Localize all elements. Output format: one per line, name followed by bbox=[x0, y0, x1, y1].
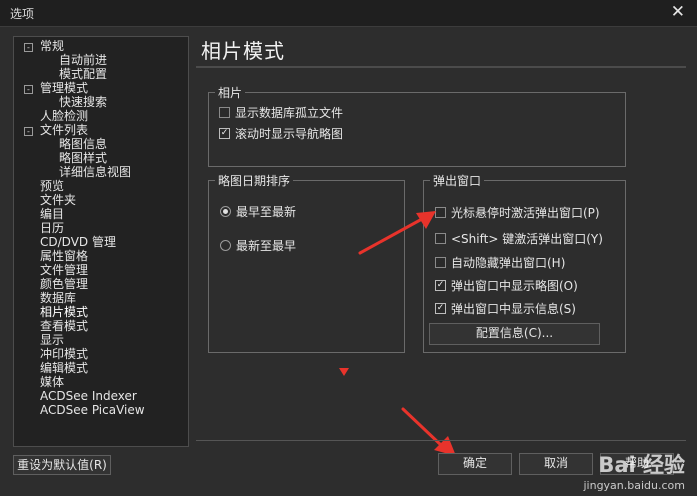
close-icon[interactable]: ✕ bbox=[671, 2, 685, 22]
tree-item-label: 详细信息视图 bbox=[59, 165, 132, 179]
hover-activate-popup-checkbox[interactable]: 光标悬停时激活弹出窗口(P) bbox=[435, 205, 600, 221]
tree-item-label: 文件列表 bbox=[40, 123, 89, 137]
watermark-url: jingyan.baidu.com bbox=[583, 479, 685, 492]
tree-item-label: 管理模式 bbox=[40, 81, 89, 95]
photo-group-legend: 相片 bbox=[218, 86, 243, 100]
tree-item-label: 显示 bbox=[40, 333, 65, 347]
oldest-first-radio[interactable]: 最早至最新 bbox=[220, 204, 296, 220]
show-nav-on-scroll-checkbox[interactable]: ✓ 滚动时显示导航略图 bbox=[219, 126, 343, 142]
tree-item-label: 查看模式 bbox=[40, 319, 89, 333]
show-thumb-label: 弹出窗口中显示略图(O) bbox=[451, 279, 578, 293]
annotation-arrow-icon bbox=[401, 407, 456, 456]
newest-first-label: 最新至最早 bbox=[236, 239, 297, 253]
checkbox-checked-icon[interactable]: ✓ bbox=[435, 280, 446, 291]
tree-item-label: 数据库 bbox=[40, 291, 77, 305]
shift-activate-popup-checkbox[interactable]: <Shift> 键激活弹出窗口(Y) bbox=[435, 231, 603, 247]
watermark: Bai 经验 jingyan.baidu.com bbox=[583, 449, 685, 492]
annotation-arrow-icon bbox=[358, 211, 436, 255]
tree-item-label: 媒体 bbox=[40, 375, 65, 389]
checkbox-icon[interactable] bbox=[435, 257, 446, 268]
heading-divider bbox=[196, 66, 686, 68]
tree-item-label: 预览 bbox=[40, 179, 65, 193]
tree-item-label: 略图信息 bbox=[59, 137, 108, 151]
auto-hide-popup-checkbox[interactable]: 自动隐藏弹出窗口(H) bbox=[435, 255, 565, 271]
watermark-brand: Bai 经验 bbox=[598, 453, 685, 477]
tree-collapse-icon[interactable]: - bbox=[24, 127, 33, 136]
tree-item-label: CD/DVD 管理 bbox=[40, 235, 116, 249]
show-db-orphans-label: 显示数据库孤立文件 bbox=[235, 106, 344, 120]
tree-item-label: 模式配置 bbox=[59, 67, 108, 81]
newest-first-radio[interactable]: 最新至最早 bbox=[220, 238, 296, 254]
show-db-orphans-checkbox[interactable]: 显示数据库孤立文件 bbox=[219, 105, 343, 121]
cancel-button[interactable]: 取消 bbox=[519, 453, 593, 475]
show-nav-on-scroll-label: 滚动时显示导航略图 bbox=[235, 127, 344, 141]
ok-button[interactable]: 确定 bbox=[438, 453, 512, 475]
checkbox-checked-icon[interactable]: ✓ bbox=[219, 128, 230, 139]
tree-item-label: 相片模式 bbox=[40, 305, 89, 319]
tree-item-label: 日历 bbox=[40, 221, 65, 235]
title-bar: 选项 ✕ bbox=[0, 0, 697, 27]
hover-activate-label: 光标悬停时激活弹出窗口(P) bbox=[451, 206, 600, 220]
checkbox-icon[interactable] bbox=[219, 107, 230, 118]
thumbnail-date-sort-group: 略图日期排序 bbox=[208, 172, 405, 353]
show-info-in-popup-checkbox[interactable]: ✓ 弹出窗口中显示信息(S) bbox=[435, 301, 576, 317]
tree-item-label: 冲印模式 bbox=[40, 347, 89, 361]
options-tree[interactable]: - 常规 自动前进 模式配置 - 管理模式 快速搜索 人脸检测 - 文件列表 略图信息 略图样式 详细信… bbox=[13, 36, 189, 447]
tree-item-label: 颜色管理 bbox=[40, 277, 89, 291]
footer-divider bbox=[196, 440, 686, 441]
sort-group-legend: 略图日期排序 bbox=[218, 174, 291, 188]
tree-item-label: 文件夹 bbox=[40, 193, 77, 207]
oldest-first-label: 最早至最新 bbox=[236, 205, 297, 219]
tree-item-label: 编辑模式 bbox=[40, 361, 89, 375]
shift-activate-label: <Shift> 键激活弹出窗口(Y) bbox=[451, 232, 603, 246]
tree-item-label: ACDSee PicaView bbox=[40, 403, 145, 417]
radio-icon[interactable] bbox=[220, 240, 231, 251]
show-thumb-in-popup-checkbox[interactable]: ✓ 弹出窗口中显示略图(O) bbox=[435, 278, 578, 294]
show-info-label: 弹出窗口中显示信息(S) bbox=[451, 302, 576, 316]
tree-item-label: 快速搜索 bbox=[59, 95, 108, 109]
tree-item-label: 人脸检测 bbox=[40, 109, 89, 123]
window-title: 选项 bbox=[10, 7, 35, 21]
tree-item-label: 属性窗格 bbox=[40, 249, 89, 263]
config-info-button[interactable]: 配置信息(C)... bbox=[429, 323, 600, 345]
tree-collapse-icon[interactable]: - bbox=[24, 43, 33, 52]
checkbox-checked-icon[interactable]: ✓ bbox=[435, 303, 446, 314]
tree-item-label: 常规 bbox=[40, 39, 65, 53]
tree-item-label: ACDSee Indexer bbox=[40, 389, 137, 403]
red-marker-icon bbox=[339, 368, 349, 376]
tree-collapse-icon[interactable]: - bbox=[24, 85, 33, 94]
tree-item-label: 自动前进 bbox=[59, 53, 108, 67]
tree-item-label: 文件管理 bbox=[40, 263, 89, 277]
page-title: 相片模式 bbox=[201, 39, 285, 63]
tree-item-label: 编目 bbox=[40, 207, 65, 221]
reset-defaults-button[interactable]: 重设为默认值(R) bbox=[13, 455, 111, 475]
tree-item-label: 略图样式 bbox=[59, 151, 108, 165]
auto-hide-label: 自动隐藏弹出窗口(H) bbox=[451, 256, 566, 270]
radio-selected-icon[interactable] bbox=[220, 206, 231, 217]
popup-group-legend: 弹出窗口 bbox=[433, 174, 482, 188]
